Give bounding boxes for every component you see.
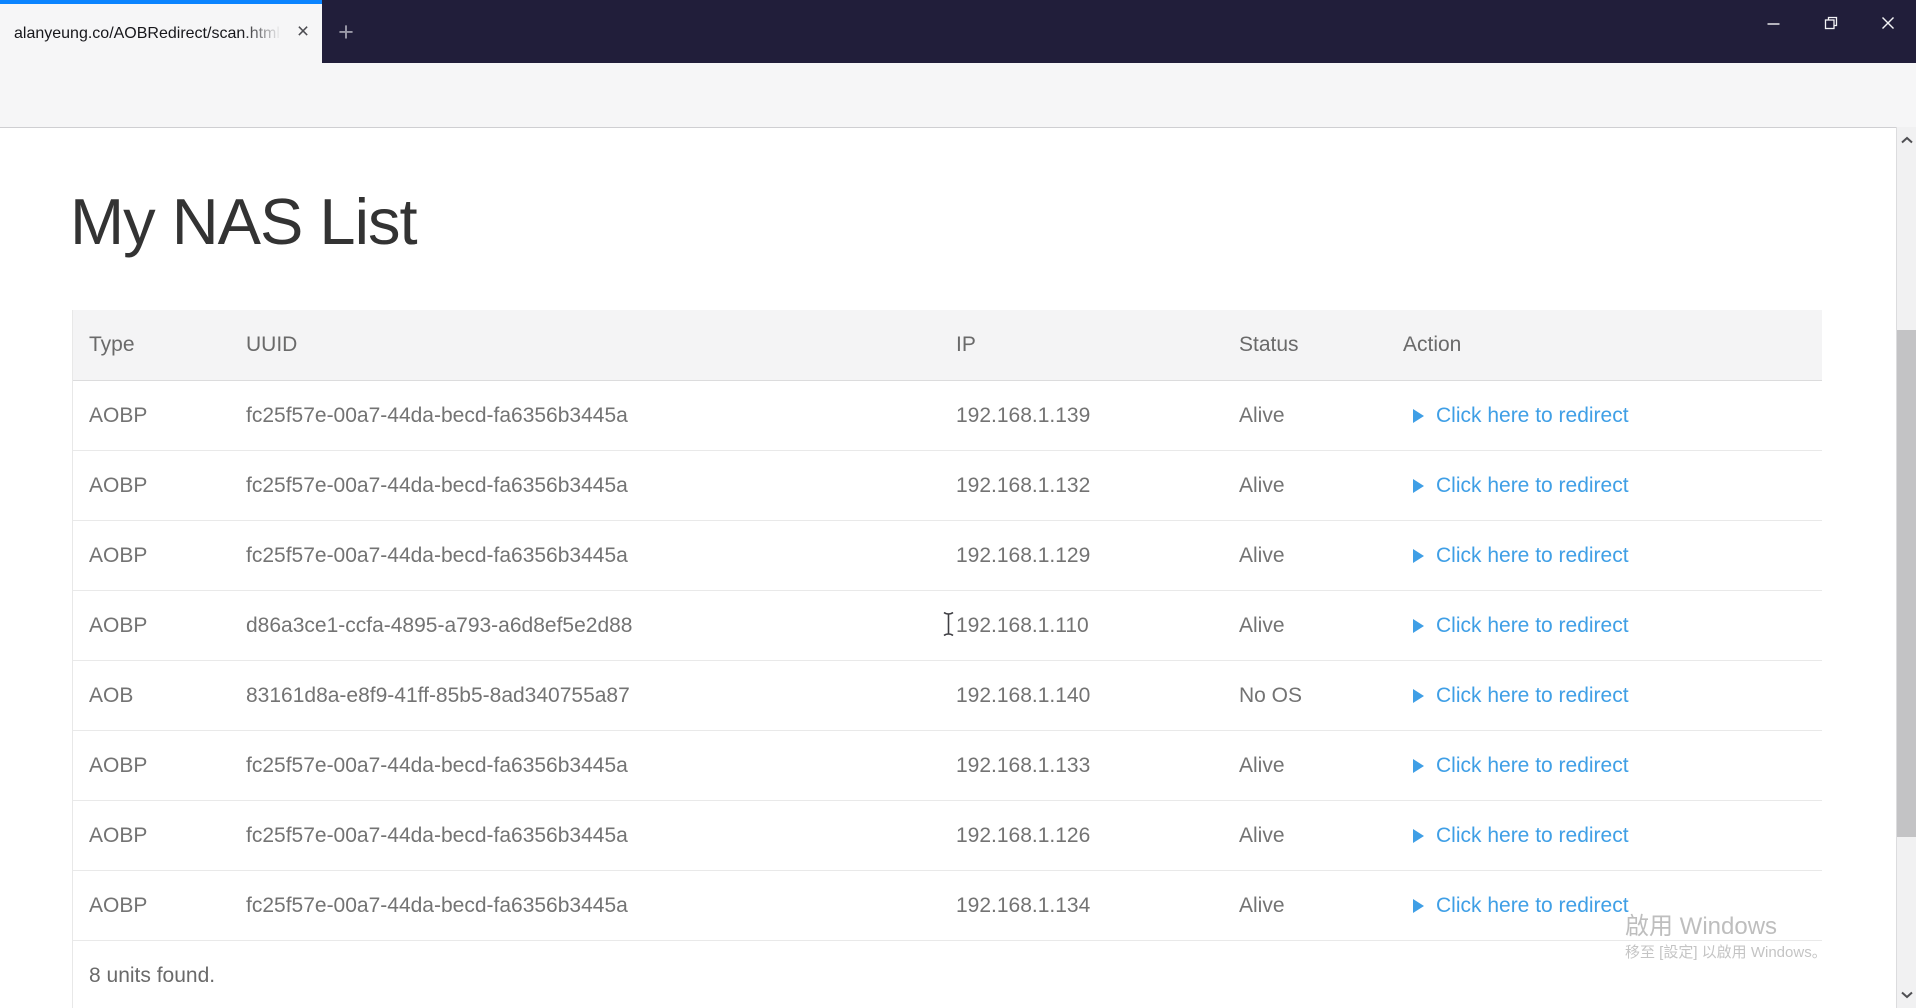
table-row: AOBP fc25f57e-00a7-44da-becd-fa6356b3445…	[73, 521, 1822, 591]
cell-type: AOBP	[89, 823, 148, 847]
tab-close-icon[interactable]: ×	[290, 19, 316, 45]
redirect-link[interactable]: Click here to redirect	[1436, 544, 1629, 568]
table-header-row: Type UUID IP Status Action	[73, 310, 1822, 381]
play-arrow-icon	[1413, 408, 1424, 423]
column-header-action: Action	[1403, 333, 1462, 356]
cell-action: Click here to redirect	[1387, 381, 1822, 450]
text-cursor-icon	[943, 611, 954, 637]
cell-uuid: fc25f57e-00a7-44da-becd-fa6356b3445a	[246, 893, 628, 917]
close-button[interactable]	[1859, 0, 1916, 46]
tab-title: alanyeung.co/AOBRedirect/scan.html	[14, 25, 280, 42]
window-controls	[1745, 0, 1916, 46]
redirect-link[interactable]: Click here to redirect	[1436, 684, 1629, 708]
restore-icon	[1824, 16, 1837, 30]
table-row: AOB 83161d8a-e8f9-41ff-85b5-8ad340755a87…	[73, 661, 1822, 731]
table-row: AOBP fc25f57e-00a7-44da-becd-fa6356b3445…	[73, 381, 1822, 451]
cell-status: Alive	[1239, 613, 1285, 637]
column-header-type: Type	[89, 333, 135, 356]
cell-uuid: fc25f57e-00a7-44da-becd-fa6356b3445a	[246, 403, 628, 427]
cell-action: Click here to redirect	[1387, 661, 1822, 730]
cell-action: Click here to redirect	[1387, 871, 1822, 940]
cell-status: Alive	[1239, 893, 1285, 917]
nas-table: Type UUID IP Status Action AOBP fc25f57e…	[72, 310, 1822, 1008]
cell-ip: 192.168.1.140	[956, 683, 1091, 707]
play-arrow-icon	[1413, 828, 1424, 843]
minimize-button[interactable]	[1745, 0, 1802, 46]
cell-status: Alive	[1239, 753, 1285, 777]
cell-uuid: fc25f57e-00a7-44da-becd-fa6356b3445a	[246, 543, 628, 567]
cell-status: Alive	[1239, 473, 1285, 497]
minimize-icon	[1767, 22, 1780, 25]
cell-status: No OS	[1239, 683, 1303, 707]
table-row: AOBP fc25f57e-00a7-44da-becd-fa6356b3445…	[73, 871, 1822, 941]
browser-tab[interactable]: alanyeung.co/AOBRedirect/scan.html ×	[0, 0, 322, 63]
table-footer: 8 units found.	[73, 941, 1822, 1008]
table-row: AOBP fc25f57e-00a7-44da-becd-fa6356b3445…	[73, 451, 1822, 521]
nas-table-body: AOBP fc25f57e-00a7-44da-becd-fa6356b3445…	[73, 381, 1822, 941]
cell-type: AOBP	[89, 613, 148, 637]
chevron-down-icon	[1900, 991, 1913, 999]
cell-ip: 192.168.1.129	[956, 543, 1091, 567]
column-header-uuid: UUID	[246, 333, 298, 356]
play-arrow-icon	[1413, 898, 1424, 913]
cell-status: Alive	[1239, 403, 1285, 427]
cell-uuid: fc25f57e-00a7-44da-becd-fa6356b3445a	[246, 753, 628, 777]
cell-action: Click here to redirect	[1387, 731, 1822, 800]
cell-status: Alive	[1239, 823, 1285, 847]
cell-action: Click here to redirect	[1387, 591, 1822, 660]
new-tab-button[interactable]: +	[329, 15, 363, 49]
cell-type: AOBP	[89, 473, 148, 497]
page-content: My NAS List Type UUID IP Status Action A…	[0, 128, 1896, 1008]
cell-type: AOBP	[89, 403, 148, 427]
cell-type: AOBP	[89, 893, 148, 917]
scrollbar-thumb[interactable]	[1897, 330, 1916, 837]
restore-button[interactable]	[1802, 0, 1859, 46]
redirect-link[interactable]: Click here to redirect	[1436, 894, 1629, 918]
cell-uuid: fc25f57e-00a7-44da-becd-fa6356b3445a	[246, 823, 628, 847]
redirect-link[interactable]: Click here to redirect	[1436, 404, 1629, 428]
cell-uuid: d86a3ce1-ccfa-4895-a793-a6d8ef5e2d88	[246, 613, 633, 637]
chevron-up-icon	[1900, 136, 1913, 144]
cell-ip: 192.168.1.133	[956, 753, 1091, 777]
redirect-link[interactable]: Click here to redirect	[1436, 614, 1629, 638]
column-header-ip: IP	[956, 333, 976, 356]
cell-ip: 192.168.1.126	[956, 823, 1091, 847]
play-arrow-icon	[1413, 618, 1424, 633]
cell-ip: 192.168.1.132	[956, 473, 1091, 497]
cell-status: Alive	[1239, 543, 1285, 567]
cell-type: AOB	[89, 683, 134, 707]
play-arrow-icon	[1413, 688, 1424, 703]
scroll-up-button[interactable]	[1897, 129, 1916, 151]
cell-uuid: fc25f57e-00a7-44da-becd-fa6356b3445a	[246, 473, 628, 497]
play-arrow-icon	[1413, 758, 1424, 773]
scroll-down-button[interactable]	[1897, 984, 1916, 1006]
cell-type: AOBP	[89, 753, 148, 777]
play-arrow-icon	[1413, 548, 1424, 563]
column-header-status: Status	[1239, 333, 1299, 356]
close-icon	[1881, 17, 1894, 29]
cell-action: Click here to redirect	[1387, 521, 1822, 590]
table-row: AOBP fc25f57e-00a7-44da-becd-fa6356b3445…	[73, 801, 1822, 871]
page-title: My NAS List	[70, 185, 418, 258]
table-row: AOBP fc25f57e-00a7-44da-becd-fa6356b3445…	[73, 731, 1822, 801]
tab-bar: alanyeung.co/AOBRedirect/scan.html × +	[0, 0, 1916, 63]
cell-type: AOBP	[89, 543, 148, 567]
cell-ip: 192.168.1.139	[956, 403, 1091, 427]
cell-ip: 192.168.1.134	[956, 893, 1091, 917]
play-arrow-icon	[1413, 478, 1424, 493]
tab-title-fade	[242, 4, 288, 63]
vertical-scrollbar[interactable]	[1896, 127, 1916, 1008]
redirect-link[interactable]: Click here to redirect	[1436, 474, 1629, 498]
cell-uuid: 83161d8a-e8f9-41ff-85b5-8ad340755a87	[246, 683, 630, 707]
redirect-link[interactable]: Click here to redirect	[1436, 824, 1629, 848]
navigation-toolbar: ← → ⌂ ht	[0, 63, 1916, 182]
cell-ip: 192.168.1.110	[956, 613, 1089, 637]
cell-action: Click here to redirect	[1387, 451, 1822, 520]
redirect-link[interactable]: Click here to redirect	[1436, 754, 1629, 778]
browser-window: alanyeung.co/AOBRedirect/scan.html × + ←	[0, 0, 1916, 1008]
cell-action: Click here to redirect	[1387, 801, 1822, 870]
